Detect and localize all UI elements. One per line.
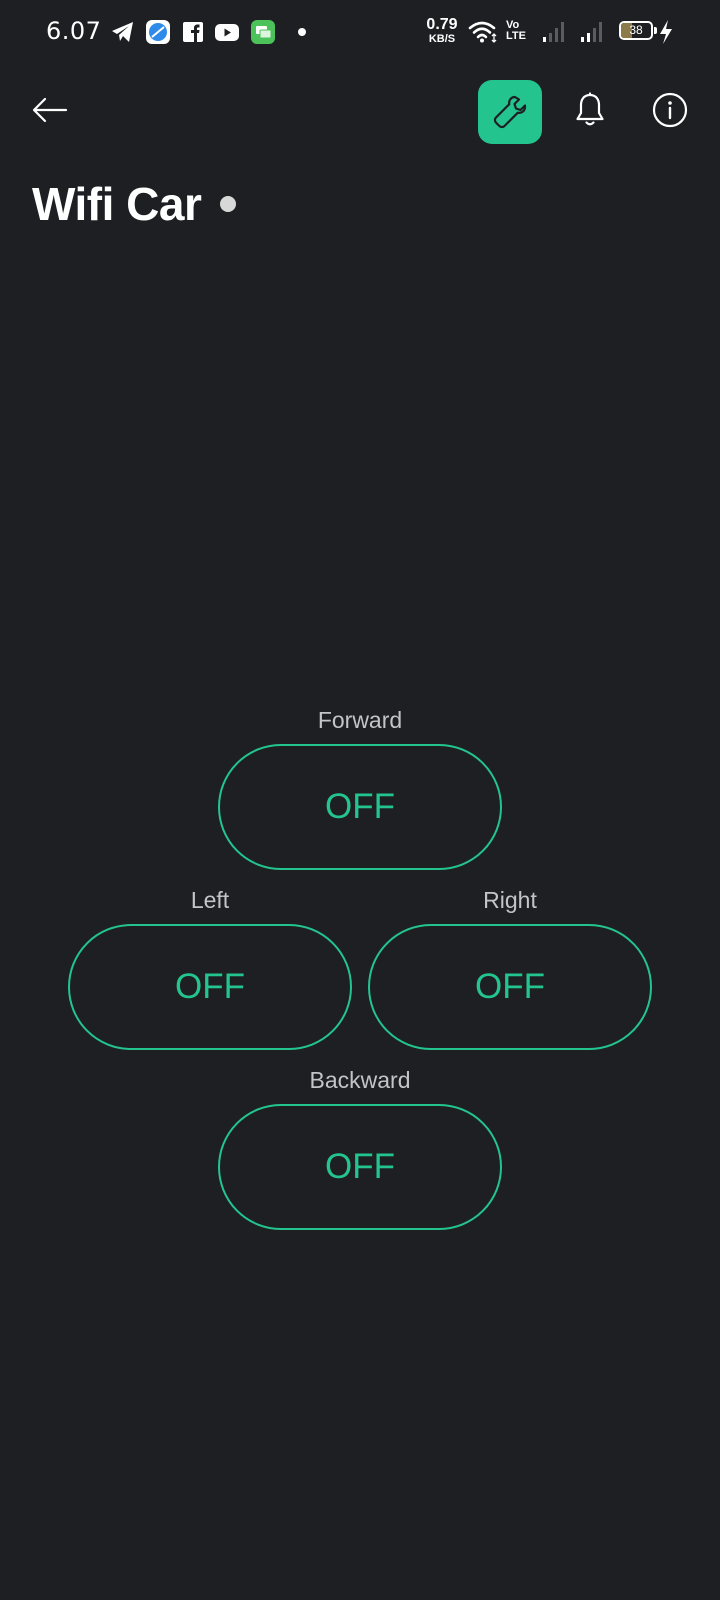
- status-bar: 6.07 0.79 KB/S Vo LTE 38: [0, 0, 720, 64]
- forward-button[interactable]: OFF: [218, 744, 502, 870]
- youtube-icon: [215, 24, 239, 41]
- messages-icon: [251, 20, 275, 44]
- wrench-button[interactable]: [478, 80, 542, 144]
- wrench-icon: [493, 95, 527, 129]
- battery-icon: 38: [619, 21, 653, 40]
- right-button[interactable]: OFF: [368, 924, 652, 1050]
- volte-icon: Vo LTE: [506, 20, 526, 42]
- page-title: Wifi Car: [32, 178, 202, 230]
- status-time: 6.07: [46, 17, 102, 45]
- right-label: Right: [483, 887, 537, 913]
- backward-button[interactable]: OFF: [218, 1104, 502, 1230]
- charging-icon: [660, 20, 672, 44]
- volte-bottom-text: LTE: [506, 30, 526, 42]
- arrow-left-icon: [32, 97, 68, 123]
- telegram-icon: [112, 22, 133, 42]
- notifications-button[interactable]: [568, 88, 612, 132]
- network-speed-unit: KB/S: [428, 33, 456, 45]
- forward-state: OFF: [325, 787, 395, 826]
- left-button[interactable]: OFF: [68, 924, 352, 1050]
- forward-label: Forward: [317, 707, 403, 733]
- battery-percent: 38: [629, 23, 643, 37]
- back-button[interactable]: [28, 88, 72, 132]
- network-speed-value: 0.79: [426, 16, 458, 33]
- signal-icon: [543, 22, 564, 42]
- more-notifications-dot: [298, 28, 306, 36]
- device-status-dot: [220, 196, 236, 212]
- bell-icon: [576, 92, 604, 126]
- facebook-icon: [183, 22, 203, 42]
- network-speed: 0.79 KB/S: [424, 17, 460, 45]
- left-label: Left: [190, 887, 230, 913]
- backward-state: OFF: [325, 1147, 395, 1186]
- battery-tip: [654, 27, 657, 34]
- browser-icon: [146, 20, 170, 44]
- backward-label: Backward: [309, 1067, 411, 1093]
- left-state: OFF: [175, 967, 245, 1006]
- info-button[interactable]: [648, 88, 692, 132]
- wifi-icon: [468, 21, 497, 43]
- info-icon: [652, 92, 688, 128]
- right-state: OFF: [475, 967, 545, 1006]
- signal-icon: [581, 22, 602, 42]
